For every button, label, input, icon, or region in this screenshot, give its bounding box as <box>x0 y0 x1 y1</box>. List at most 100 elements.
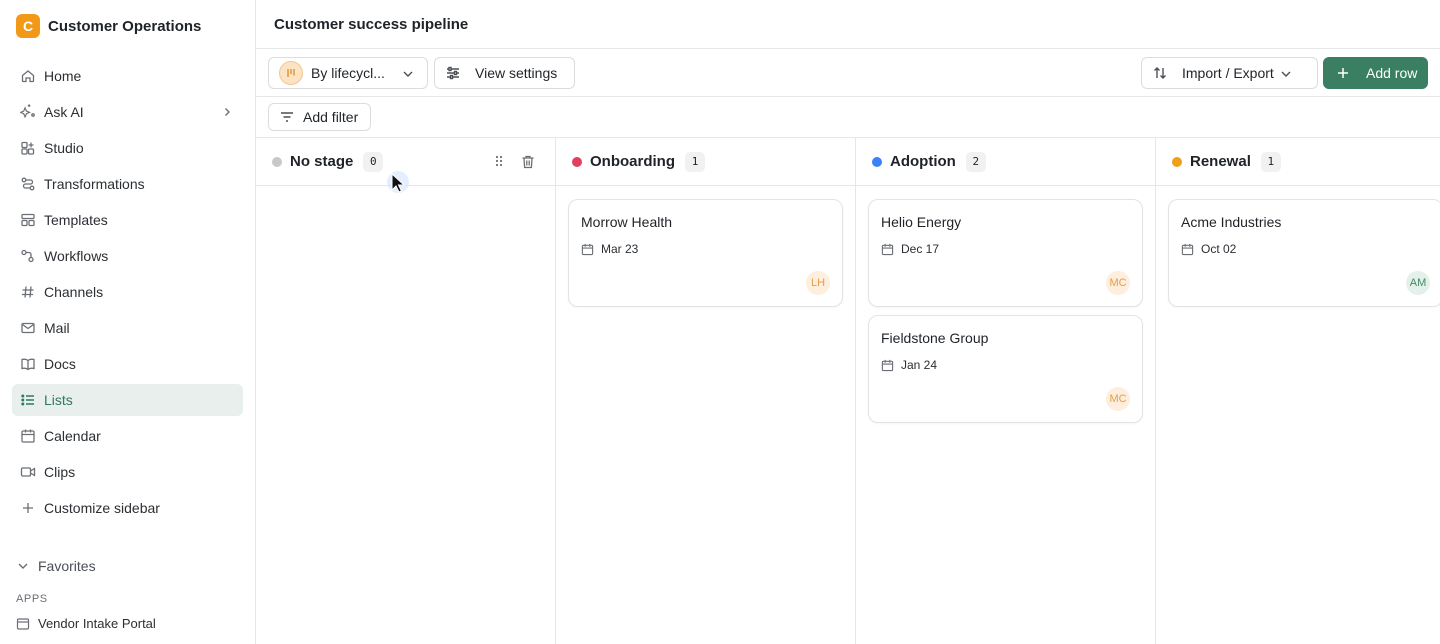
sidebar-nav: Home Ask AI Studio Transformations Templ… <box>12 60 243 528</box>
card-date: Oct 02 <box>1181 242 1236 256</box>
view-settings-button[interactable]: View settings <box>434 57 575 89</box>
add-row-button[interactable]: Add row <box>1323 57 1428 89</box>
sidebar-item-ask-ai[interactable]: Ask AI <box>12 96 243 128</box>
mouse-cursor-icon <box>387 171 409 193</box>
view-settings-label: View settings <box>475 65 558 81</box>
template-icon <box>20 212 36 228</box>
card-title: Fieldstone Group <box>881 330 989 346</box>
group-by-label: By lifecycl... <box>311 65 385 81</box>
column-actions <box>478 154 536 170</box>
workspace-switcher[interactable]: C Customer Operations <box>16 14 201 38</box>
sidebar-item-label: Studio <box>44 140 84 156</box>
sidebar-item-transformations[interactable]: Transformations <box>12 168 243 200</box>
sidebar-item-label: Calendar <box>44 428 101 444</box>
card-date-text: Dec 17 <box>901 242 940 256</box>
toolbar: By lifecycl... View settings Import / Ex… <box>256 49 1440 97</box>
sidebar-item-templates[interactable]: Templates <box>12 204 243 236</box>
import-export-button[interactable]: Import / Export <box>1141 57 1318 89</box>
sidebar: C Customer Operations Home Ask AI Studio… <box>0 0 256 644</box>
board-column-renewal: Renewal 1 Acme Industries Oct 02 AM <box>1156 138 1440 644</box>
workspace-logo: C <box>16 14 40 38</box>
sidebar-item-label: Workflows <box>44 248 109 264</box>
avatar[interactable]: AM <box>1406 271 1430 295</box>
workspace-name: Customer Operations <box>48 17 202 35</box>
board-column-no-stage: No stage 0 <box>256 138 556 644</box>
chevron-right-icon <box>221 105 233 121</box>
favorites-toggle[interactable]: Favorites <box>16 558 96 574</box>
sidebar-item-label: Clips <box>44 464 76 480</box>
trash-icon[interactable] <box>520 154 536 170</box>
column-count-badge: 1 <box>685 151 705 172</box>
column-header[interactable]: Renewal 1 <box>1156 138 1440 186</box>
column-count-badge: 2 <box>965 151 986 172</box>
sidebar-item-label: Docs <box>44 356 76 372</box>
sidebar-item-customize[interactable]: Customize sidebar <box>12 492 243 524</box>
sidebar-item-label: Mail <box>44 320 70 336</box>
sidebar-item-clips[interactable]: Clips <box>12 456 243 488</box>
stage-dot <box>1172 156 1182 167</box>
card-date-text: Mar 23 <box>601 242 639 256</box>
sidebar-item-docs[interactable]: Docs <box>12 348 243 380</box>
column-header[interactable]: Adoption 2 <box>856 138 1156 186</box>
calendar-icon <box>881 359 894 372</box>
sidebar-item-channels[interactable]: Channels <box>12 276 243 308</box>
chevron-down-icon <box>16 559 30 573</box>
group-by-dropdown[interactable]: By lifecycl... <box>268 57 428 89</box>
sidebar-item-calendar[interactable]: Calendar <box>12 420 243 452</box>
app-item-label: Vendor Intake Portal <box>38 616 156 631</box>
card-title: Morrow Health <box>581 214 673 230</box>
filter-icon <box>279 109 295 125</box>
column-title: No stage <box>290 153 354 170</box>
app-item-vendor-intake-portal[interactable]: Vendor Intake Portal <box>16 616 156 631</box>
calendar-icon <box>581 243 594 256</box>
apps-section-label: APPS <box>16 593 48 605</box>
stage-dot <box>572 156 582 167</box>
card-date: Dec 17 <box>881 242 939 256</box>
column-title: Renewal <box>1190 153 1251 170</box>
avatar[interactable]: MC <box>1106 387 1130 411</box>
column-count-badge: 1 <box>1260 151 1281 172</box>
avatar[interactable]: MC <box>1106 271 1130 295</box>
sidebar-item-label: Customize sidebar <box>44 500 160 516</box>
sidebar-item-label: Home <box>44 68 82 84</box>
kanban-icon <box>279 61 303 85</box>
add-filter-label: Add filter <box>303 109 359 125</box>
record-card[interactable]: Acme Industries Oct 02 AM <box>1168 199 1440 307</box>
record-card[interactable]: Morrow Health Mar 23 LH <box>568 199 843 307</box>
sidebar-item-label: Channels <box>44 284 104 300</box>
list-icon <box>20 392 36 408</box>
home-icon <box>20 68 36 84</box>
card-date: Jan 24 <box>881 358 937 372</box>
drag-handle-icon[interactable] <box>492 154 506 170</box>
sidebar-item-label: Templates <box>44 212 108 228</box>
sidebar-item-workflows[interactable]: Workflows <box>12 240 243 272</box>
calendar-icon <box>881 243 894 256</box>
sidebar-item-label: Transformations <box>44 176 145 192</box>
app-window-icon <box>16 617 30 631</box>
card-date: Mar 23 <box>581 242 638 256</box>
transform-icon <box>20 176 36 192</box>
add-filter-button[interactable]: Add filter <box>268 103 371 131</box>
workflow-icon <box>20 248 36 264</box>
add-row-label: Add row <box>1366 65 1418 81</box>
board-column-adoption: Adoption 2 Helio Energy Dec 17 MC Fields… <box>856 138 1156 644</box>
sidebar-item-home[interactable]: Home <box>12 60 243 92</box>
video-icon <box>20 464 36 480</box>
card-date-text: Jan 24 <box>901 358 938 372</box>
column-title: Adoption <box>890 153 956 170</box>
plus-icon <box>1336 66 1350 80</box>
sidebar-item-mail[interactable]: Mail <box>12 312 243 344</box>
sidebar-item-studio[interactable]: Studio <box>12 132 243 164</box>
calendar-icon <box>1181 243 1194 256</box>
column-header[interactable]: Onboarding 1 <box>556 138 856 186</box>
mail-icon <box>20 320 36 336</box>
record-card[interactable]: Fieldstone Group Jan 24 MC <box>868 315 1143 423</box>
record-card[interactable]: Helio Energy Dec 17 MC <box>868 199 1143 307</box>
favorites-label: Favorites <box>38 558 96 574</box>
sidebar-item-lists[interactable]: Lists <box>12 384 243 416</box>
import-export-label: Import / Export <box>1182 65 1274 81</box>
board-column-onboarding: Onboarding 1 Morrow Health Mar 23 LH <box>556 138 856 644</box>
stage-dot <box>272 156 282 167</box>
sidebar-item-label: Lists <box>44 392 73 408</box>
avatar[interactable]: LH <box>806 271 830 295</box>
